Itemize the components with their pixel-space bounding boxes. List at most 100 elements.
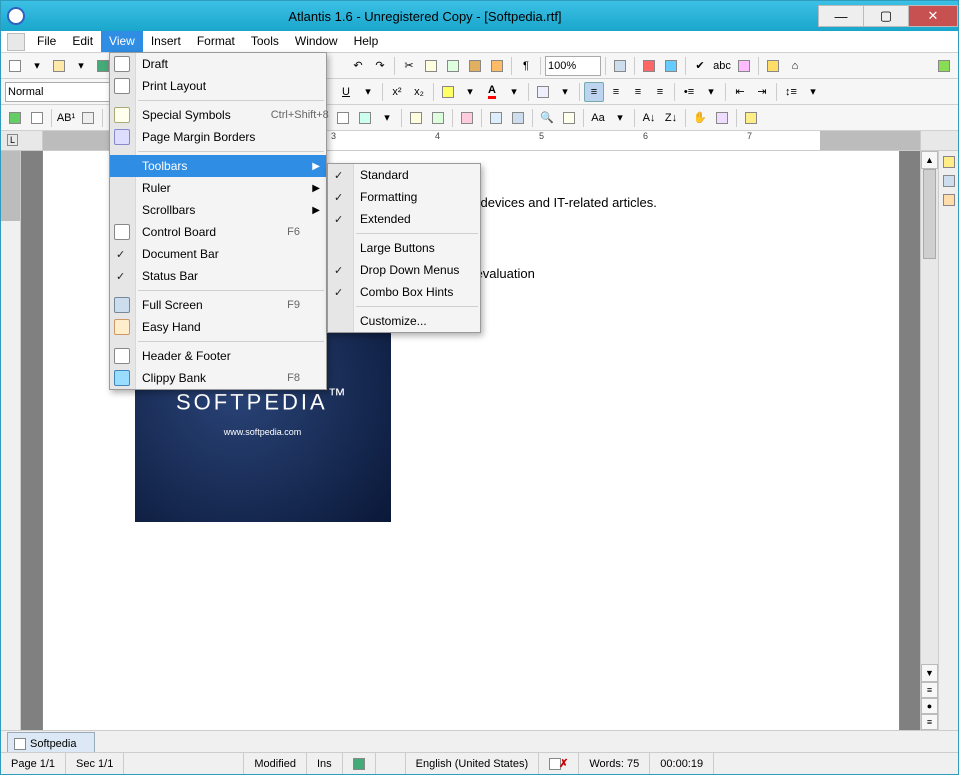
toolbars-submenu-item[interactable]: Large Buttons (328, 237, 480, 259)
browse-object-button[interactable]: ● (921, 698, 938, 714)
status-language[interactable]: English (United States) (406, 753, 540, 774)
ext-btn-7[interactable] (406, 108, 426, 128)
color2-button[interactable] (661, 56, 681, 76)
overflow-button[interactable] (934, 56, 954, 76)
view-menu-item[interactable]: Easy Hand (110, 316, 326, 338)
zoom-combo[interactable] (545, 56, 601, 76)
home-button[interactable]: ⌂ (785, 56, 805, 76)
menu-tools[interactable]: Tools (243, 31, 287, 52)
view-menu-item[interactable]: Print Layout (110, 75, 326, 97)
clippy-button[interactable] (465, 56, 485, 76)
font-color-menu[interactable]: ▾ (504, 82, 524, 102)
underline-style-button[interactable]: ▾ (358, 82, 378, 102)
menu-edit[interactable]: Edit (64, 31, 101, 52)
view-menu-item[interactable]: Scrollbars▶ (110, 199, 326, 221)
vertical-scrollbar[interactable]: ▲ ▼ ≡ ● ≡ (920, 151, 938, 730)
tool3-button[interactable] (734, 56, 754, 76)
paste-button[interactable] (443, 56, 463, 76)
ext-btn-11[interactable] (508, 108, 528, 128)
side-btn-1[interactable] (941, 154, 957, 170)
ext-btn-12[interactable] (712, 108, 732, 128)
align-center-button[interactable]: ≡ (606, 82, 626, 102)
ext-btn-10[interactable] (486, 108, 506, 128)
view-menu-item[interactable]: Draft (110, 53, 326, 75)
outdent-button[interactable]: ⇤ (730, 82, 750, 102)
status-ins[interactable]: Ins (307, 753, 343, 774)
view-menu-item[interactable]: Clippy BankF8 (110, 367, 326, 389)
case-button[interactable]: Aa (588, 108, 608, 128)
new-dropdown[interactable]: ▾ (27, 56, 47, 76)
align-justify-button[interactable]: ≡ (650, 82, 670, 102)
help-button[interactable] (763, 56, 783, 76)
line-spacing-button[interactable]: ↕≡ (781, 82, 801, 102)
view-menu-item[interactable]: Toolbars▶ (110, 155, 326, 177)
open-button[interactable] (49, 56, 69, 76)
style-combo[interactable] (5, 82, 113, 102)
view-menu-item[interactable]: Special SymbolsCtrl+Shift+8 (110, 104, 326, 126)
find-button[interactable]: 🔍 (537, 108, 557, 128)
align-left-button[interactable]: ≡ (584, 82, 604, 102)
ext-menu-6[interactable]: ▾ (377, 108, 397, 128)
sort-asc-button[interactable]: A↓ (639, 108, 659, 128)
open-dropdown[interactable]: ▾ (71, 56, 91, 76)
highlight-menu[interactable]: ▾ (460, 82, 480, 102)
side-btn-2[interactable] (941, 173, 957, 189)
indent-button[interactable]: ⇥ (752, 82, 772, 102)
bullets-button[interactable]: •≡ (679, 82, 699, 102)
copy-button[interactable] (421, 56, 441, 76)
maximize-button[interactable]: ▢ (863, 5, 909, 27)
format-paint-button[interactable] (487, 56, 507, 76)
scroll-down-button[interactable]: ▼ (921, 664, 938, 682)
status-save-icon[interactable] (343, 753, 376, 774)
menu-window[interactable]: Window (287, 31, 346, 52)
menu-insert[interactable]: Insert (143, 31, 189, 52)
line-spacing-menu[interactable]: ▾ (803, 82, 823, 102)
toolbars-submenu-item[interactable]: Customize... (328, 310, 480, 332)
pilcrow-button[interactable]: ¶ (516, 56, 536, 76)
color1-button[interactable] (639, 56, 659, 76)
doc-icon[interactable] (7, 33, 25, 51)
subscript-button[interactable]: x₂ (409, 82, 429, 102)
ext-btn-8[interactable] (428, 108, 448, 128)
toolbars-submenu-item[interactable]: ✓Formatting (328, 186, 480, 208)
toolbars-submenu-item[interactable]: ✓Extended (328, 208, 480, 230)
close-button[interactable]: ✕ (908, 5, 958, 27)
clear-format-menu[interactable]: ▾ (555, 82, 575, 102)
view-menu-item[interactable]: Full ScreenF9 (110, 294, 326, 316)
spellcheck-button[interactable]: ✔ (690, 56, 710, 76)
align-right-button[interactable]: ≡ (628, 82, 648, 102)
underline-button[interactable]: U (336, 82, 356, 102)
scroll-thumb[interactable] (923, 169, 936, 259)
view-menu-item[interactable]: Control BoardF6 (110, 221, 326, 243)
status-words[interactable]: Words: 75 (579, 753, 650, 774)
cut-button[interactable]: ✂ (399, 56, 419, 76)
toolbars-submenu-item[interactable]: ✓Combo Box Hints (328, 281, 480, 303)
bullets-menu[interactable]: ▾ (701, 82, 721, 102)
view-menu-item[interactable]: ✓Document Bar (110, 243, 326, 265)
case-menu[interactable]: ▾ (610, 108, 630, 128)
undo-button[interactable]: ↶ (348, 56, 368, 76)
vertical-ruler[interactable] (1, 151, 21, 730)
scroll-up-button[interactable]: ▲ (921, 151, 938, 169)
insert-table-button[interactable] (333, 108, 353, 128)
superscript-button[interactable]: x² (387, 82, 407, 102)
new-button[interactable] (5, 56, 25, 76)
view-menu-item[interactable]: ✓Status Bar (110, 265, 326, 287)
tab-selector[interactable] (1, 131, 43, 150)
view-menu-item[interactable]: Page Margin Borders (110, 126, 326, 148)
status-page[interactable]: Page 1/1 (1, 753, 66, 774)
font-color-button[interactable]: A (482, 82, 502, 102)
ext-btn-3[interactable]: AB¹ (56, 108, 76, 128)
ext-btn-6[interactable] (355, 108, 375, 128)
ext-btn-1[interactable] (5, 108, 25, 128)
fullscreen-button[interactable] (610, 56, 630, 76)
clear-format-button[interactable] (533, 82, 553, 102)
toolbars-submenu-item[interactable]: ✓Standard (328, 164, 480, 186)
view-menu-item[interactable]: Ruler▶ (110, 177, 326, 199)
toolbars-submenu-item[interactable]: ✓Drop Down Menus (328, 259, 480, 281)
ext-btn-9[interactable] (457, 108, 477, 128)
ext-btn-2[interactable] (27, 108, 47, 128)
spell-menu-button[interactable]: abc (712, 56, 732, 76)
minimize-button[interactable]: — (818, 5, 864, 27)
menu-format[interactable]: Format (189, 31, 243, 52)
